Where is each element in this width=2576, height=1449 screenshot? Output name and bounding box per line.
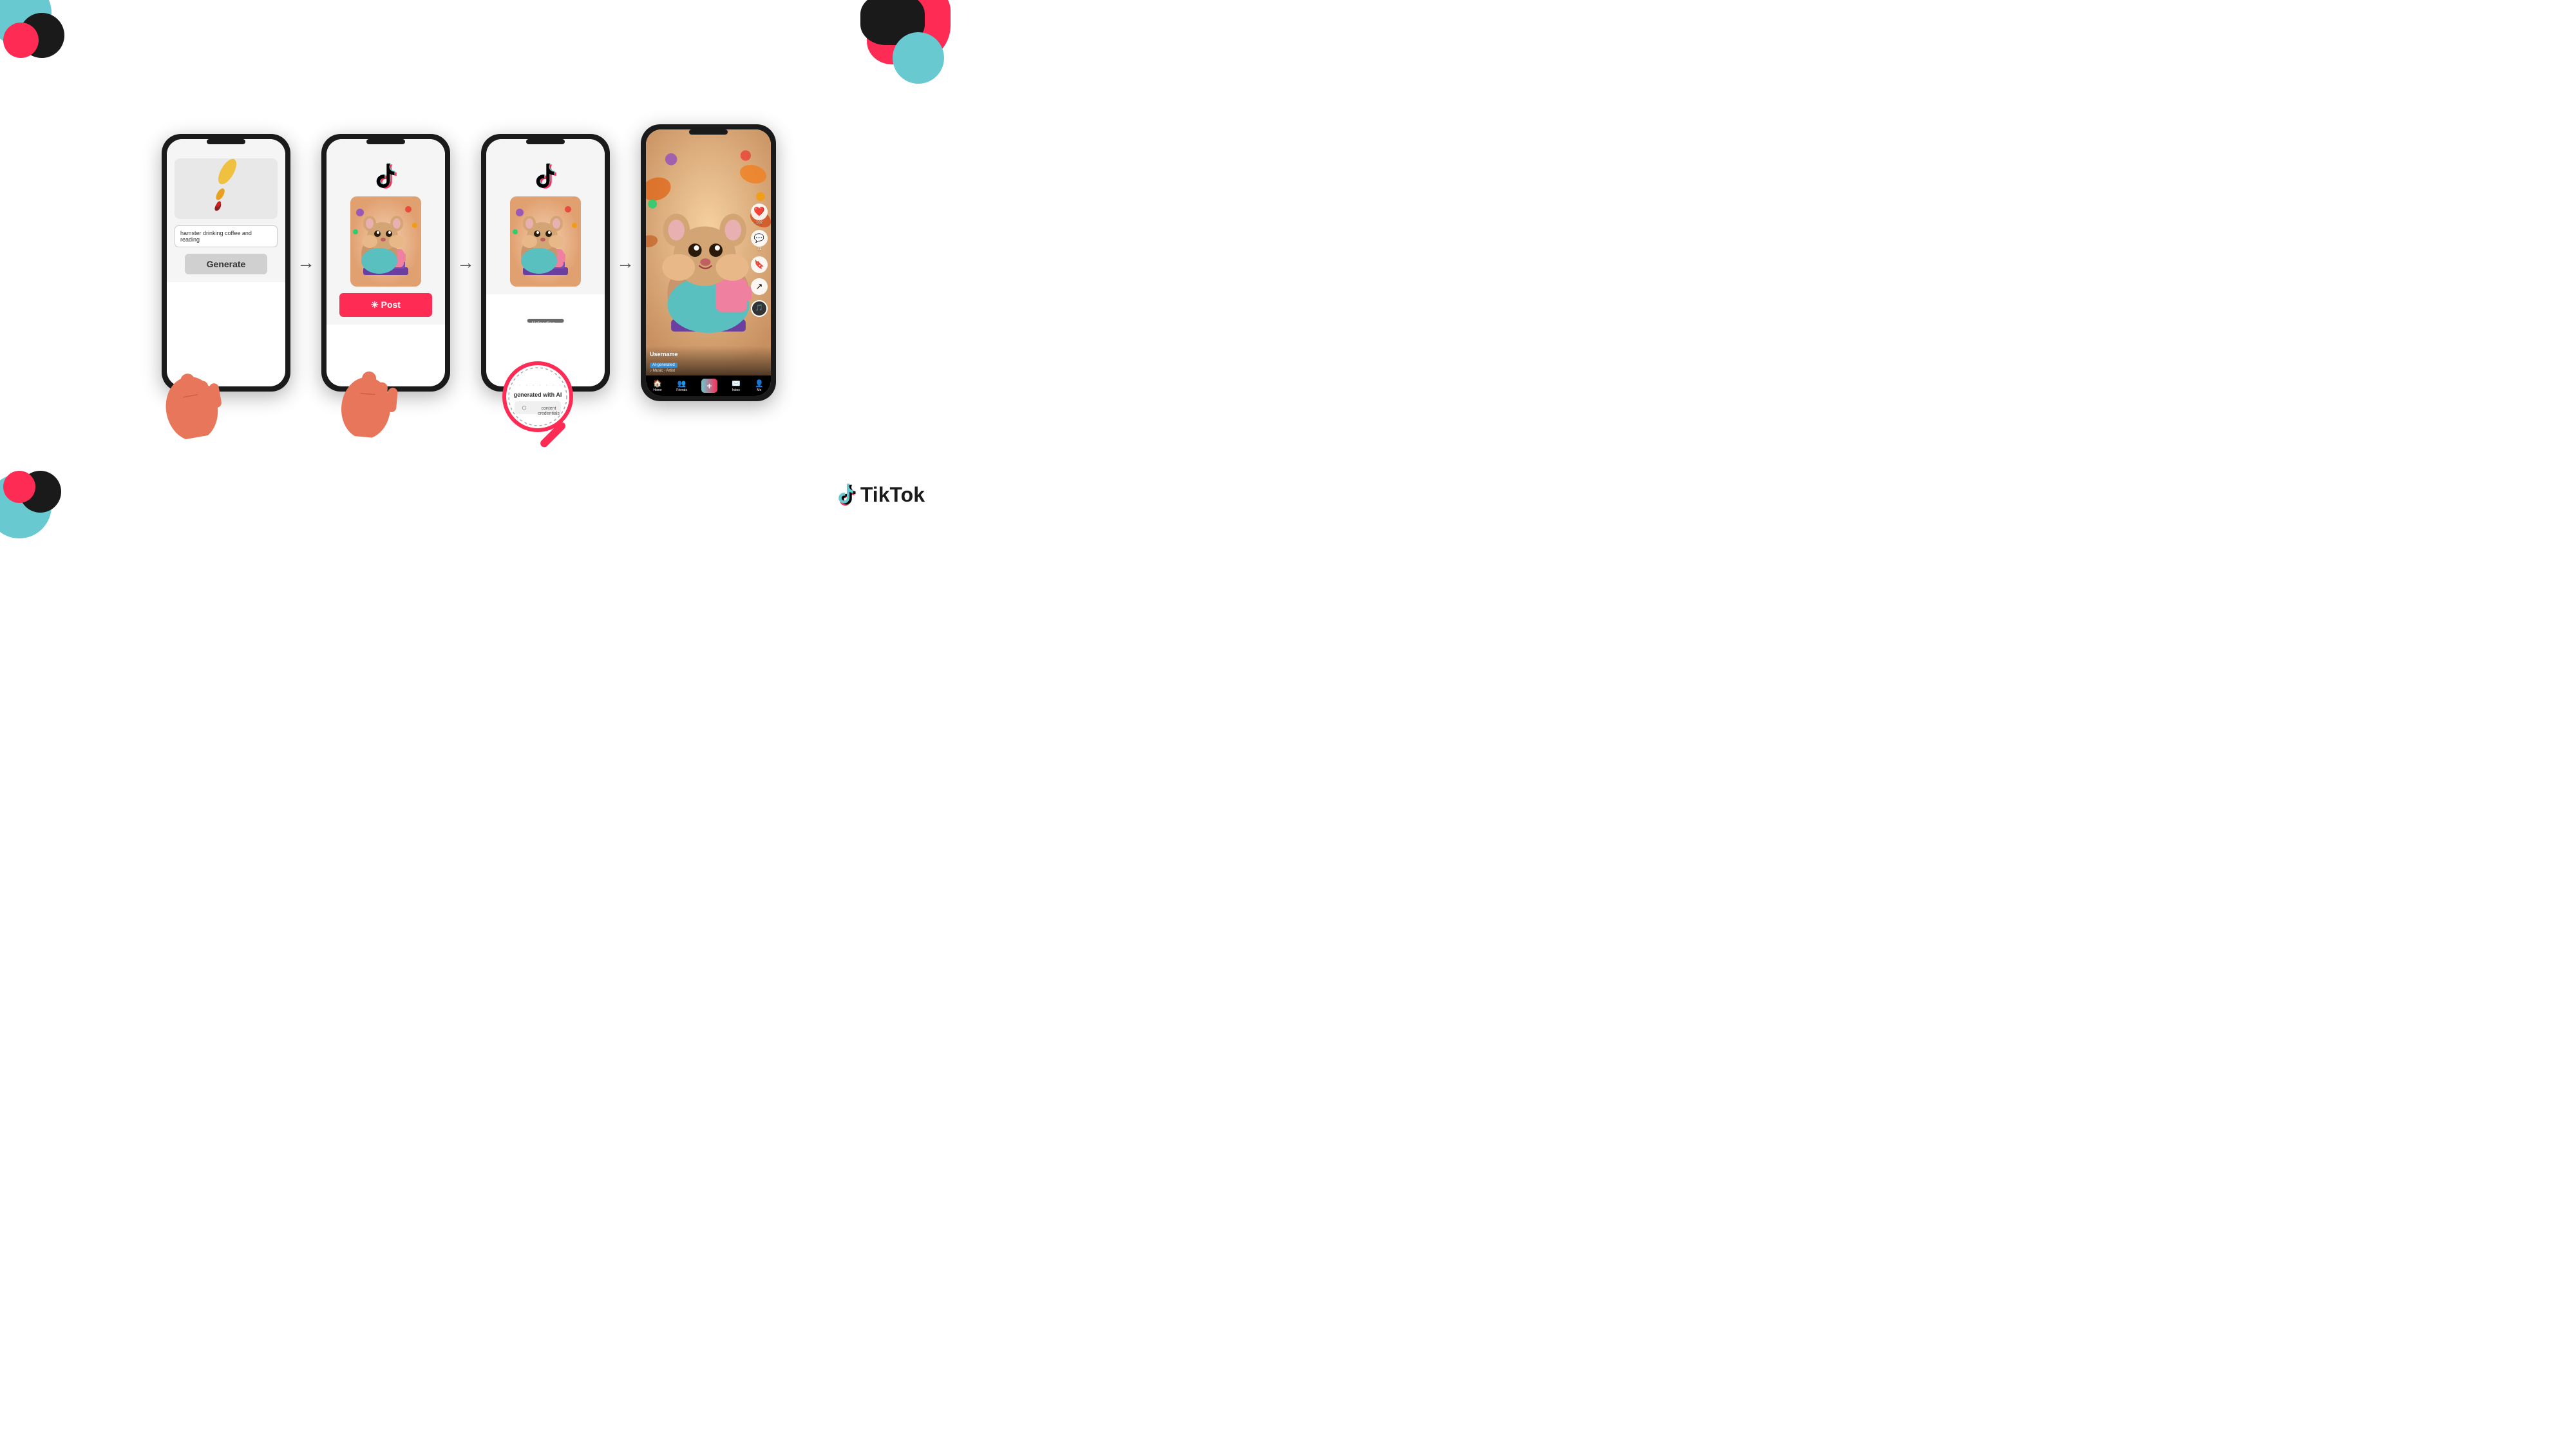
phone1: hamster drinking coffee and reading Gene… [162,134,290,392]
video-content: ❤️ 102 💬 71 🔖 [646,129,771,375]
comment-action[interactable]: 💬 71 [751,230,768,251]
tiktok-logo-icon [834,484,857,507]
music-disc: 🎵 [751,300,768,317]
phone4-screen: ❤️ 102 💬 71 🔖 [646,129,771,396]
corner-decoration-top-left [0,0,77,77]
svg-text:generated with AI: generated with AI [514,392,562,398]
svg-text:credentials: credentials [538,412,560,416]
like-count: 102 [756,221,762,225]
hamster-upload-container: Uploading... [510,196,581,287]
paintbrush-icon [189,149,263,227]
svg-text:⬡: ⬡ [522,405,527,411]
arrow-3: → [616,252,634,273]
phone1-notch [207,139,245,144]
tiktok-sidebar-actions: ❤️ 102 💬 71 🔖 [751,204,768,317]
phone3-screen: Uploading... [486,139,605,386]
phone3: Uploading... [481,134,610,392]
corner-decoration-bottom-left [0,448,77,526]
hamster-image-phone3 [510,196,581,287]
share-action[interactable]: ↗ [751,278,768,295]
uploading-badge: Uploading... [527,319,564,323]
tiktok-branding: TikTok [809,474,938,526]
arrow-1: → [297,252,315,273]
phone2-screen: ✳ Post [327,139,445,386]
nav-home[interactable]: 🏠 Home [653,379,662,392]
phone2-wrapper: ✳ Post [321,134,450,392]
magnifier-overlay: · · · · · · · · generated with AI ⬡ cont… [500,359,591,466]
phone2-notch [366,139,405,144]
bookmark-action[interactable]: 🔖 [751,256,768,273]
generate-button[interactable]: Generate [185,254,267,274]
corner-decoration-top-right [822,0,938,97]
nav-friends[interactable]: 👥 Friends [676,379,687,392]
pointing-hand-2 [330,350,410,452]
phone3-wrapper: Uploading... · · · · · · · · generated w… [481,134,610,392]
post-button[interactable]: ✳ Post [339,293,432,317]
nav-me[interactable]: 👤 Me [755,379,764,392]
username-label: Username [650,351,767,357]
phone4-wrapper: ❤️ 102 💬 71 🔖 [641,124,776,401]
phone4-notch [689,129,728,135]
tiktok-brand-name: TikTok [860,483,925,507]
like-action[interactable]: ❤️ 102 [751,204,768,225]
tiktok-logo-phone3 [531,162,560,190]
phone4: ❤️ 102 💬 71 🔖 [641,124,776,401]
ai-generated-badge: AI-generated [650,363,677,368]
tiktok-logo-phone2 [372,162,400,190]
phone1-wrapper: hamster drinking coffee and reading Gene… [162,134,290,392]
music-label: ♪ Music · Artist [650,369,767,373]
nav-inbox[interactable]: ✉️ Inbox [732,379,741,392]
pointing-hand-1 [147,348,240,456]
paintbrush-area [175,158,278,219]
arrow-2: → [457,252,475,273]
video-info-overlay: Username AI-generated ♪ Music · Artist [646,346,771,375]
main-flow: hamster drinking coffee and reading Gene… [162,124,776,401]
svg-text:content: content [542,406,556,411]
svg-text:· · · · · · · ·: · · · · · · · · [513,383,562,388]
phone1-screen: hamster drinking coffee and reading Gene… [167,139,285,386]
hamster-image-phone2 [350,196,421,287]
prompt-text-field[interactable]: hamster drinking coffee and reading [175,225,278,247]
phone3-notch [526,139,565,144]
nav-create[interactable]: + [701,379,717,393]
tiktok-nav-bar: 🏠 Home 👥 Friends + ✉️ Inbox [646,375,771,396]
